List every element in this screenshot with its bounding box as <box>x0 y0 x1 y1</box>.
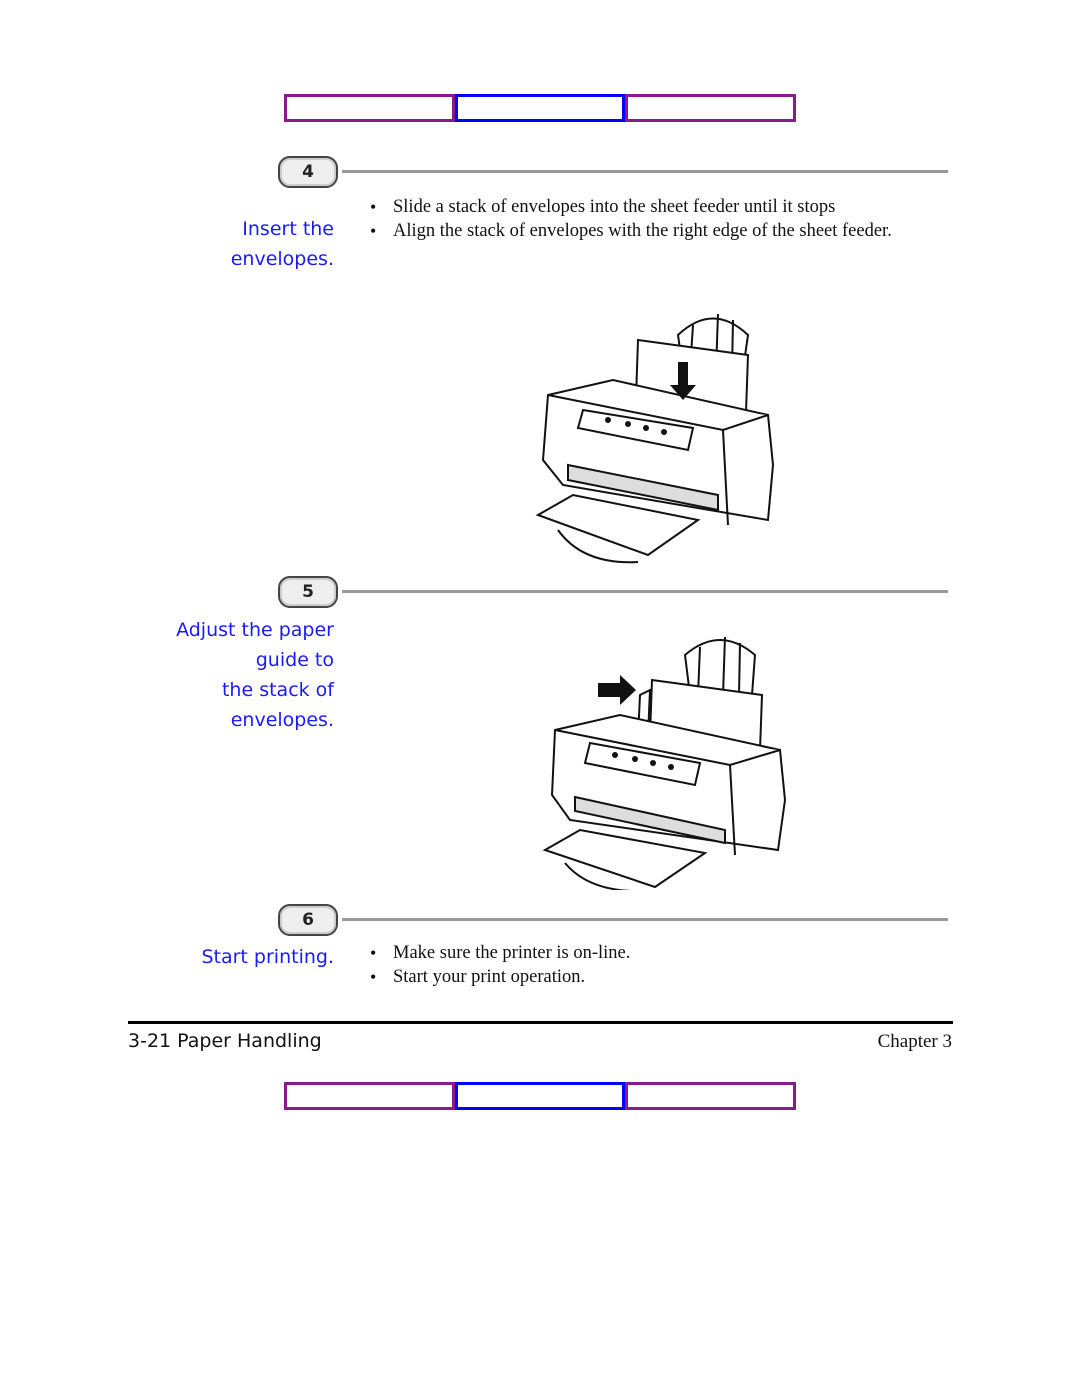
step-divider <box>342 918 948 921</box>
page-label: 3-21 Paper Handling <box>128 1030 322 1052</box>
caption-line: envelopes. <box>230 709 334 731</box>
chapter-label: Chapter 3 <box>877 1031 952 1052</box>
caption-line: Insert the <box>242 218 334 240</box>
step-6-instructions: Make sure the printer is on-line. Start … <box>370 941 910 989</box>
output-tray <box>542 828 708 889</box>
instruction-item: Slide a stack of envelopes into the shee… <box>370 195 910 219</box>
caption-line: Start printing. <box>201 946 334 968</box>
step-divider <box>342 170 948 173</box>
step-number-badge: 6 <box>278 904 338 936</box>
instruction-item: Make sure the printer is on-line. <box>370 941 910 965</box>
nav-contents-button[interactable] <box>455 1082 625 1110</box>
nav-previous-button[interactable] <box>284 94 455 122</box>
step-4-instructions: Slide a stack of envelopes into the shee… <box>370 195 910 243</box>
nav-contents-button[interactable] <box>455 94 625 122</box>
printer-adjust-guide-illustration <box>542 636 787 890</box>
step-5-header: 5 <box>278 576 948 608</box>
instruction-item: Start your print operation. <box>370 965 910 989</box>
caption-line: Adjust the paper <box>176 619 334 641</box>
instruction-item: Align the stack of envelopes with the ri… <box>370 219 910 243</box>
step-6-caption: Start printing. <box>140 942 334 972</box>
nav-previous-button[interactable] <box>284 1082 455 1110</box>
step-number-badge: 4 <box>278 156 338 188</box>
caption-line: envelopes. <box>230 248 334 270</box>
bottom-navigation-bar <box>284 1082 796 1110</box>
step-number-badge: 5 <box>278 576 338 608</box>
step-4-header: 4 <box>278 156 948 188</box>
step-divider <box>342 590 948 593</box>
step-4-caption: Insert the envelopes. <box>140 214 334 274</box>
footer-divider <box>128 1021 953 1024</box>
nav-next-button[interactable] <box>625 94 796 122</box>
top-navigation-bar <box>284 94 796 122</box>
printer-insert-envelopes-illustration <box>535 313 775 564</box>
step-5-caption: Adjust the paper guide to the stack of e… <box>120 615 334 735</box>
caption-line: the stack of <box>221 679 334 701</box>
caption-line: guide to <box>255 649 334 671</box>
step-6-header: 6 <box>278 904 948 936</box>
nav-next-button[interactable] <box>625 1082 796 1110</box>
right-arrow-icon <box>598 675 636 705</box>
